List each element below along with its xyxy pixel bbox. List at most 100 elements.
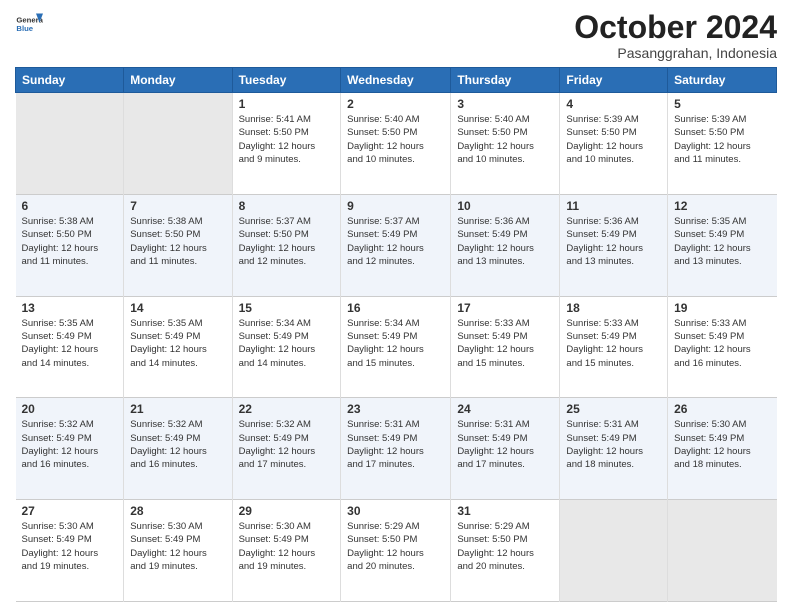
cell-1-4: 2 Sunrise: 5:40 AMSunset: 5:50 PMDaylight…: [341, 93, 451, 195]
day-number: 30: [347, 504, 444, 518]
day-info: Sunrise: 5:30 AMSunset: 5:49 PMDaylight:…: [674, 418, 770, 471]
cell-2-5: 10 Sunrise: 5:36 AMSunset: 5:49 PMDayligh…: [451, 194, 560, 296]
cell-3-4: 16Sunrise: 5:34 AMSunset: 5:49 PMDayligh…: [341, 296, 451, 398]
page-subtitle: Pasanggrahan, Indonesia: [574, 45, 777, 61]
cell-2-4: 9 Sunrise: 5:37 AMSunset: 5:49 PMDaylight…: [341, 194, 451, 296]
cell-5-6: [560, 500, 668, 602]
day-info: Sunrise: 5:37 AMSunset: 5:49 PMDaylight:…: [347, 215, 444, 268]
day-number: 15: [239, 301, 335, 315]
day-info: Sunrise: 5:31 AMSunset: 5:49 PMDaylight:…: [566, 418, 661, 471]
cell-3-6: 18 Sunrise: 5:33 AMSunset: 5:49 PMDayligh…: [560, 296, 668, 398]
day-info: Sunrise: 5:31 AMSunset: 5:49 PMDaylight:…: [347, 418, 444, 471]
cell-3-7: 19 Sunrise: 5:33 AMSunset: 5:49 PMDayligh…: [668, 296, 777, 398]
cell-2-7: 12 Sunrise: 5:35 AMSunset: 5:49 PMDayligh…: [668, 194, 777, 296]
day-info: Sunrise: 5:37 AMSunset: 5:50 PMDaylight:…: [239, 215, 335, 268]
title-block: October 2024 Pasanggrahan, Indonesia: [574, 10, 777, 61]
day-number: 6: [22, 199, 118, 213]
day-number: 28: [130, 504, 225, 518]
day-number: 31: [457, 504, 553, 518]
day-info: Sunrise: 5:38 AMSunset: 5:50 PMDaylight:…: [130, 215, 225, 268]
day-header-wednesday: Wednesday: [341, 68, 451, 93]
day-info: Sunrise: 5:36 AMSunset: 5:49 PMDaylight:…: [457, 215, 553, 268]
cell-4-4: 23Sunrise: 5:31 AMSunset: 5:49 PMDayligh…: [341, 398, 451, 500]
day-number: 19: [674, 301, 770, 315]
day-header-tuesday: Tuesday: [232, 68, 341, 93]
day-info: Sunrise: 5:29 AMSunset: 5:50 PMDaylight:…: [457, 520, 553, 573]
week-row-2: 6 Sunrise: 5:38 AMSunset: 5:50 PMDaylight…: [16, 194, 777, 296]
day-number: 20: [22, 402, 118, 416]
day-info: Sunrise: 5:30 AMSunset: 5:49 PMDaylight:…: [130, 520, 225, 573]
day-info: Sunrise: 5:29 AMSunset: 5:50 PMDaylight:…: [347, 520, 444, 573]
day-number: 16: [347, 301, 444, 315]
page: General Blue October 2024 Pasanggrahan, …: [0, 0, 792, 612]
day-number: 26: [674, 402, 770, 416]
page-title: October 2024: [574, 10, 777, 45]
day-info: Sunrise: 5:34 AMSunset: 5:49 PMDaylight:…: [239, 317, 335, 370]
day-header-sunday: Sunday: [16, 68, 124, 93]
day-number: 1: [239, 97, 335, 111]
day-header-saturday: Saturday: [668, 68, 777, 93]
day-info: Sunrise: 5:35 AMSunset: 5:49 PMDaylight:…: [674, 215, 770, 268]
cell-5-5: 31 Sunrise: 5:29 AMSunset: 5:50 PMDayligh…: [451, 500, 560, 602]
day-info: Sunrise: 5:32 AMSunset: 5:49 PMDaylight:…: [22, 418, 118, 471]
cell-1-3: 1 Sunrise: 5:41 AMSunset: 5:50 PMDaylight…: [232, 93, 341, 195]
cell-4-6: 25 Sunrise: 5:31 AMSunset: 5:49 PMDayligh…: [560, 398, 668, 500]
day-info: Sunrise: 5:30 AMSunset: 5:49 PMDaylight:…: [239, 520, 335, 573]
cell-4-2: 21Sunrise: 5:32 AMSunset: 5:49 PMDayligh…: [124, 398, 232, 500]
cell-4-7: 26 Sunrise: 5:30 AMSunset: 5:49 PMDayligh…: [668, 398, 777, 500]
day-number: 4: [566, 97, 661, 111]
cell-3-2: 14Sunrise: 5:35 AMSunset: 5:49 PMDayligh…: [124, 296, 232, 398]
generalblue-logo-icon: General Blue: [15, 10, 43, 38]
cell-5-7: [668, 500, 777, 602]
day-info: Sunrise: 5:41 AMSunset: 5:50 PMDaylight:…: [239, 113, 335, 166]
day-number: 7: [130, 199, 225, 213]
day-number: 8: [239, 199, 335, 213]
day-info: Sunrise: 5:33 AMSunset: 5:49 PMDaylight:…: [566, 317, 661, 370]
cell-2-1: 6 Sunrise: 5:38 AMSunset: 5:50 PMDaylight…: [16, 194, 124, 296]
cell-1-5: 3Sunrise: 5:40 AMSunset: 5:50 PMDaylight…: [451, 93, 560, 195]
day-info: Sunrise: 5:40 AMSunset: 5:50 PMDaylight:…: [347, 113, 444, 166]
header: General Blue October 2024 Pasanggrahan, …: [15, 10, 777, 61]
day-header-monday: Monday: [124, 68, 232, 93]
calendar-table: SundayMondayTuesdayWednesdayThursdayFrid…: [15, 67, 777, 602]
day-number: 18: [566, 301, 661, 315]
day-info: Sunrise: 5:39 AMSunset: 5:50 PMDaylight:…: [566, 113, 661, 166]
cell-3-5: 17 Sunrise: 5:33 AMSunset: 5:49 PMDayligh…: [451, 296, 560, 398]
day-number: 9: [347, 199, 444, 213]
day-number: 27: [22, 504, 118, 518]
cell-5-2: 28 Sunrise: 5:30 AMSunset: 5:49 PMDayligh…: [124, 500, 232, 602]
day-number: 12: [674, 199, 770, 213]
day-info: Sunrise: 5:35 AMSunset: 5:49 PMDaylight:…: [130, 317, 225, 370]
cell-4-5: 24Sunrise: 5:31 AMSunset: 5:49 PMDayligh…: [451, 398, 560, 500]
day-info: Sunrise: 5:30 AMSunset: 5:49 PMDaylight:…: [22, 520, 118, 573]
day-number: 2: [347, 97, 444, 111]
cell-4-1: 20 Sunrise: 5:32 AMSunset: 5:49 PMDayligh…: [16, 398, 124, 500]
header-row: SundayMondayTuesdayWednesdayThursdayFrid…: [16, 68, 777, 93]
day-info: Sunrise: 5:31 AMSunset: 5:49 PMDaylight:…: [457, 418, 553, 471]
week-row-3: 13Sunrise: 5:35 AMSunset: 5:49 PMDayligh…: [16, 296, 777, 398]
day-info: Sunrise: 5:32 AMSunset: 5:49 PMDaylight:…: [130, 418, 225, 471]
cell-1-7: 5Sunrise: 5:39 AMSunset: 5:50 PMDaylight…: [668, 93, 777, 195]
logo: General Blue: [15, 10, 43, 38]
day-header-friday: Friday: [560, 68, 668, 93]
cell-5-3: 29Sunrise: 5:30 AMSunset: 5:49 PMDayligh…: [232, 500, 341, 602]
cell-1-6: 4 Sunrise: 5:39 AMSunset: 5:50 PMDaylight…: [560, 93, 668, 195]
day-info: Sunrise: 5:38 AMSunset: 5:50 PMDaylight:…: [22, 215, 118, 268]
day-info: Sunrise: 5:33 AMSunset: 5:49 PMDaylight:…: [457, 317, 553, 370]
cell-2-6: 11Sunrise: 5:36 AMSunset: 5:49 PMDayligh…: [560, 194, 668, 296]
cell-4-3: 22Sunrise: 5:32 AMSunset: 5:49 PMDayligh…: [232, 398, 341, 500]
day-number: 11: [566, 199, 661, 213]
cell-5-4: 30 Sunrise: 5:29 AMSunset: 5:50 PMDayligh…: [341, 500, 451, 602]
day-number: 3: [457, 97, 553, 111]
day-number: 25: [566, 402, 661, 416]
day-info: Sunrise: 5:33 AMSunset: 5:49 PMDaylight:…: [674, 317, 770, 370]
day-number: 10: [457, 199, 553, 213]
day-number: 17: [457, 301, 553, 315]
week-row-4: 20 Sunrise: 5:32 AMSunset: 5:49 PMDayligh…: [16, 398, 777, 500]
cell-3-3: 15 Sunrise: 5:34 AMSunset: 5:49 PMDayligh…: [232, 296, 341, 398]
svg-text:Blue: Blue: [16, 24, 33, 33]
day-info: Sunrise: 5:39 AMSunset: 5:50 PMDaylight:…: [674, 113, 770, 166]
day-info: Sunrise: 5:32 AMSunset: 5:49 PMDaylight:…: [239, 418, 335, 471]
week-row-5: 27 Sunrise: 5:30 AMSunset: 5:49 PMDayligh…: [16, 500, 777, 602]
cell-1-1: [16, 93, 124, 195]
